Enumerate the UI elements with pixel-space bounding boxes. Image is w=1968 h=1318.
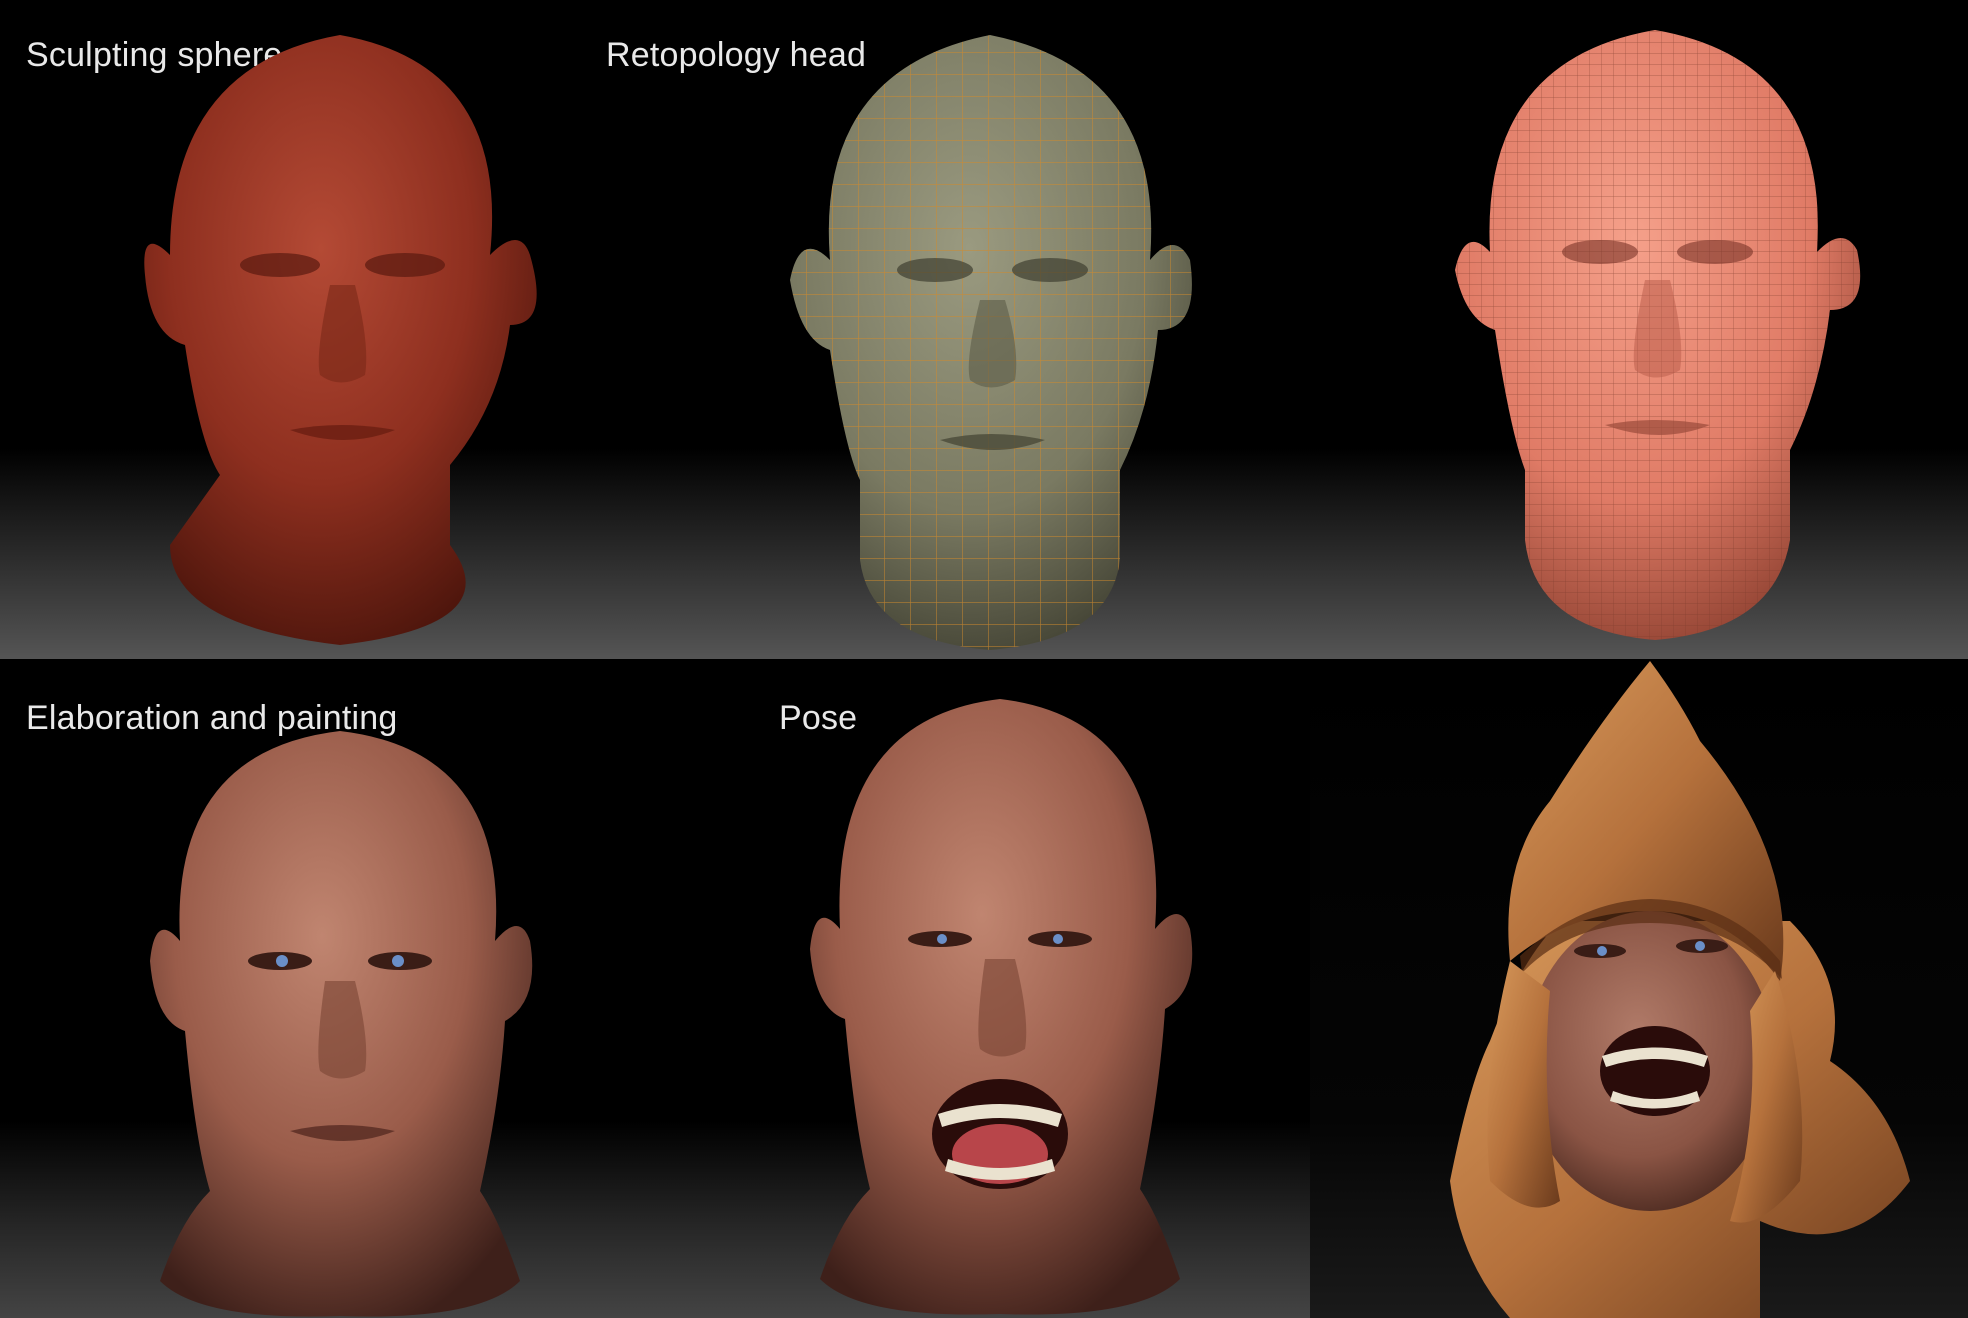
posed-head-render (810, 699, 1193, 1315)
helmeted-head-render (1450, 661, 1910, 1318)
retopology-head-render (790, 35, 1192, 650)
painted-head-render (150, 731, 533, 1317)
sculpted-head-render (144, 35, 537, 645)
top-row-panel: Sculpting sphere Retopology head (0, 0, 1968, 659)
mesh-head-render (1455, 30, 1861, 640)
bottom-row-panel: Elaboration and painting Pose (0, 661, 1968, 1318)
